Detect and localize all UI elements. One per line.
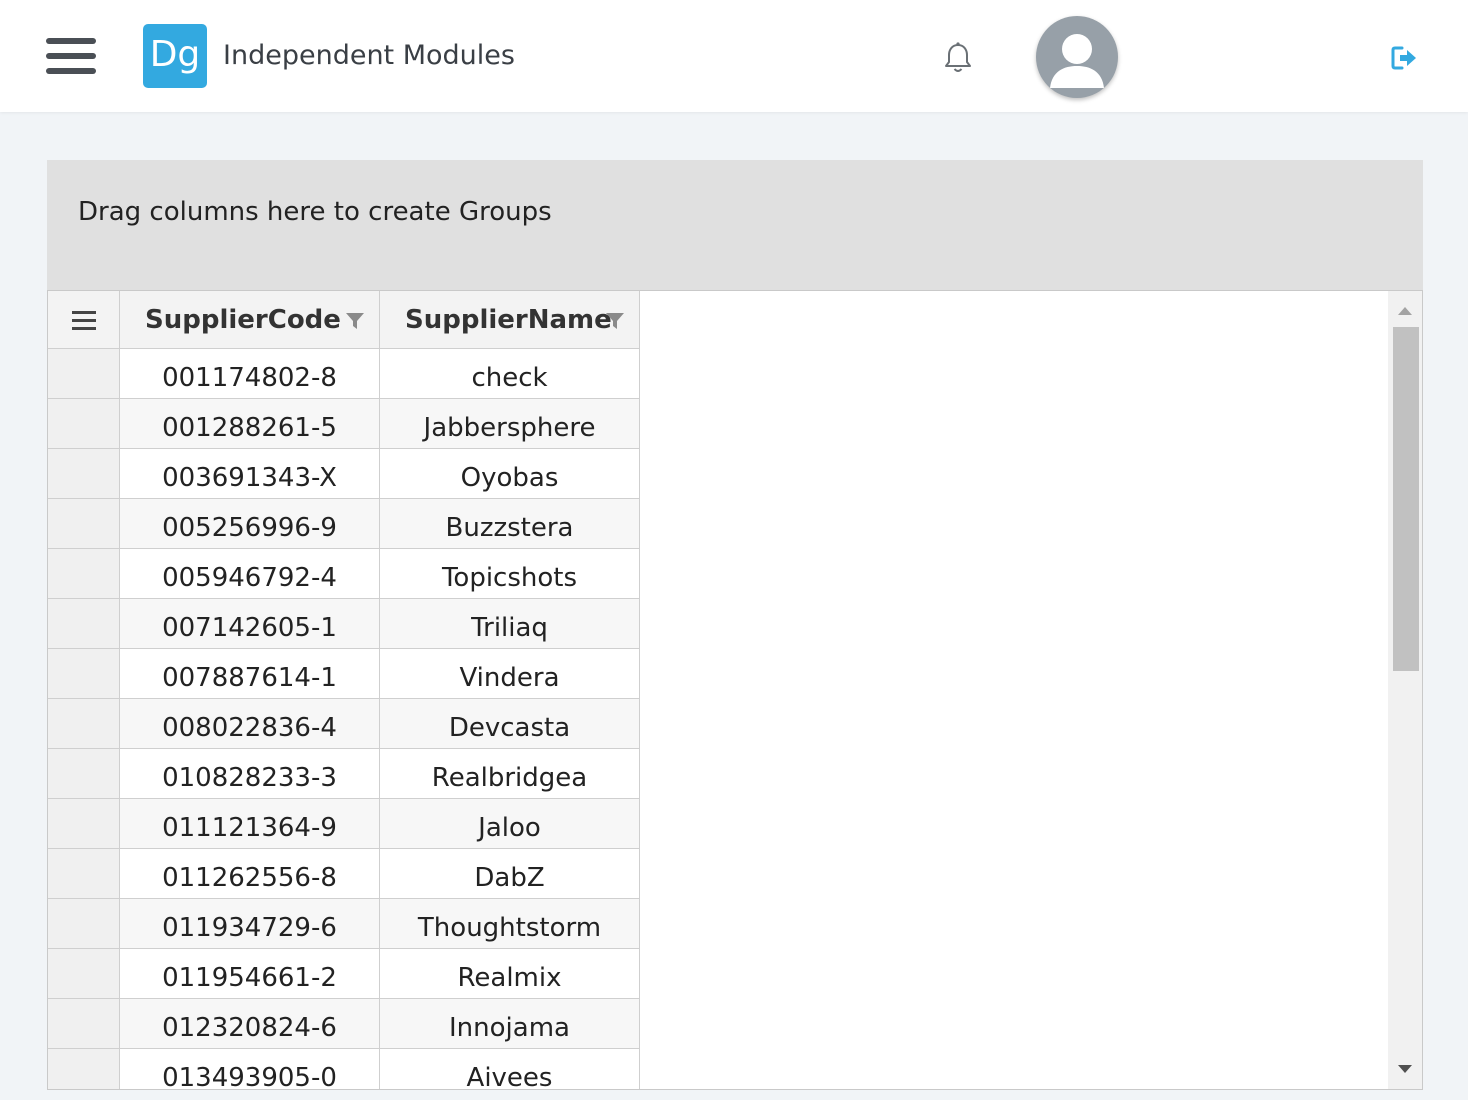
table-row[interactable]: 011934729-6 Thoughtstorm	[48, 899, 640, 949]
row-selector[interactable]	[48, 849, 120, 899]
cell-supplier-code[interactable]: 011954661-2	[120, 949, 380, 999]
cell-supplier-name[interactable]: Buzzstera	[380, 499, 640, 549]
cell-supplier-code[interactable]: 001288261-5	[120, 399, 380, 449]
group-panel-hint: Drag columns here to create Groups	[78, 197, 552, 227]
top-navbar: Dg Independent Modules	[0, 0, 1468, 112]
table-row[interactable]: 008022836-4 Devcasta	[48, 699, 640, 749]
scroll-down-arrow-icon[interactable]	[1398, 1065, 1412, 1073]
cell-supplier-name[interactable]: Realbridgea	[380, 749, 640, 799]
user-avatar-icon[interactable]	[1036, 16, 1118, 98]
app-logo: Dg	[143, 24, 207, 88]
logout-icon[interactable]	[1390, 44, 1418, 72]
cell-supplier-code[interactable]: 012320824-6	[120, 999, 380, 1049]
hamburger-menu-icon[interactable]	[46, 38, 96, 74]
table-row[interactable]: 005946792-4 Topicshots	[48, 549, 640, 599]
row-selector[interactable]	[48, 399, 120, 449]
cell-supplier-name[interactable]: Aivees	[380, 1049, 640, 1089]
table-row[interactable]: 003691343-X Oyobas	[48, 449, 640, 499]
cell-supplier-code[interactable]: 011934729-6	[120, 899, 380, 949]
table-row[interactable]: 012320824-6 Innojama	[48, 999, 640, 1049]
row-selector[interactable]	[48, 999, 120, 1049]
table-row[interactable]: 011954661-2 Realmix	[48, 949, 640, 999]
cell-supplier-code[interactable]: 011262556-8	[120, 849, 380, 899]
cell-supplier-name[interactable]: Triliaq	[380, 599, 640, 649]
header-supplier-code[interactable]: SupplierCode	[120, 291, 380, 349]
cell-supplier-code[interactable]: 007142605-1	[120, 599, 380, 649]
table-row[interactable]: 001288261-5 Jabbersphere	[48, 399, 640, 449]
header-label: SupplierName	[405, 305, 612, 335]
cell-supplier-name[interactable]: DabZ	[380, 849, 640, 899]
filter-icon[interactable]	[345, 311, 365, 331]
cell-supplier-name[interactable]: Topicshots	[380, 549, 640, 599]
cell-supplier-name[interactable]: Realmix	[380, 949, 640, 999]
table-row[interactable]: 011121364-9 Jaloo	[48, 799, 640, 849]
cell-supplier-name[interactable]: Oyobas	[380, 449, 640, 499]
header-supplier-name[interactable]: SupplierName	[380, 291, 640, 349]
table-row[interactable]: 011262556-8 DabZ	[48, 849, 640, 899]
column-menu-button[interactable]	[48, 291, 120, 349]
cell-supplier-name[interactable]: check	[380, 349, 640, 399]
cell-supplier-name[interactable]: Thoughtstorm	[380, 899, 640, 949]
grid-body: 001174802-8 check 001288261-5 Jabbersphere 0…	[48, 349, 640, 1089]
cell-supplier-name[interactable]: Vindera	[380, 649, 640, 699]
row-selector[interactable]	[48, 899, 120, 949]
row-selector[interactable]	[48, 449, 120, 499]
supplier-grid: SupplierCode SupplierName 001174802-8 che…	[47, 290, 1423, 1090]
cell-supplier-code[interactable]: 005256996-9	[120, 499, 380, 549]
cell-supplier-code[interactable]: 003691343-X	[120, 449, 380, 499]
cell-supplier-code[interactable]: 013493905-0	[120, 1049, 380, 1089]
cell-supplier-name[interactable]: Devcasta	[380, 699, 640, 749]
cell-supplier-code[interactable]: 007887614-1	[120, 649, 380, 699]
group-drop-panel[interactable]: Drag columns here to create Groups	[47, 160, 1423, 290]
row-selector[interactable]	[48, 499, 120, 549]
row-selector[interactable]	[48, 799, 120, 849]
table-row[interactable]: 001174802-8 check	[48, 349, 640, 399]
bell-icon[interactable]	[940, 40, 976, 76]
table-row[interactable]: 007142605-1 Triliaq	[48, 599, 640, 649]
row-selector[interactable]	[48, 649, 120, 699]
row-selector[interactable]	[48, 949, 120, 999]
scroll-up-arrow-icon[interactable]	[1398, 307, 1412, 315]
row-selector[interactable]	[48, 349, 120, 399]
table-row[interactable]: 013493905-0 Aivees	[48, 1049, 640, 1089]
scroll-thumb[interactable]	[1393, 327, 1419, 671]
cell-supplier-name[interactable]: Jabbersphere	[380, 399, 640, 449]
cell-supplier-code[interactable]: 008022836-4	[120, 699, 380, 749]
column-menu-icon	[72, 311, 96, 331]
cell-supplier-code[interactable]: 011121364-9	[120, 799, 380, 849]
table-row[interactable]: 005256996-9 Buzzstera	[48, 499, 640, 549]
row-selector[interactable]	[48, 549, 120, 599]
vertical-scrollbar[interactable]	[1388, 291, 1422, 1089]
row-selector[interactable]	[48, 1049, 120, 1089]
app-title: Independent Modules	[223, 40, 515, 71]
cell-supplier-code[interactable]: 005946792-4	[120, 549, 380, 599]
row-selector[interactable]	[48, 699, 120, 749]
row-selector[interactable]	[48, 749, 120, 799]
cell-supplier-name[interactable]: Innojama	[380, 999, 640, 1049]
grid-header: SupplierCode SupplierName	[48, 291, 640, 349]
cell-supplier-code[interactable]: 010828233-3	[120, 749, 380, 799]
filter-icon[interactable]	[605, 311, 625, 331]
table-row[interactable]: 010828233-3 Realbridgea	[48, 749, 640, 799]
row-selector[interactable]	[48, 599, 120, 649]
cell-supplier-code[interactable]: 001174802-8	[120, 349, 380, 399]
header-label: SupplierCode	[145, 305, 341, 335]
table-row[interactable]: 007887614-1 Vindera	[48, 649, 640, 699]
cell-supplier-name[interactable]: Jaloo	[380, 799, 640, 849]
